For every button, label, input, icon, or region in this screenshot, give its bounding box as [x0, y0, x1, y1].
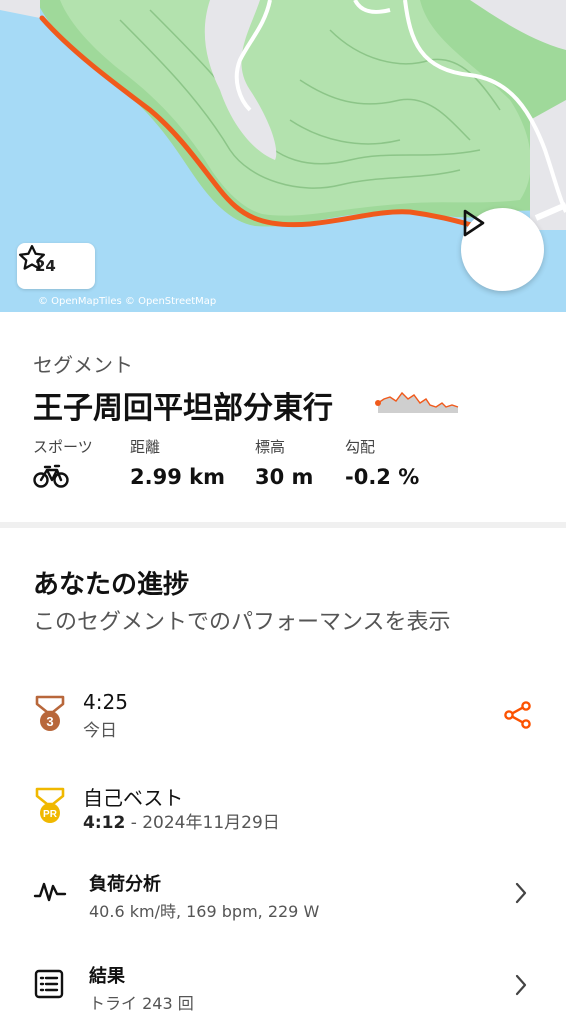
- stat-distance: 距離 2.99 km: [130, 436, 225, 489]
- analysis-detail: 40.6 km/時, 169 bpm, 229 W: [89, 902, 320, 921]
- share-icon[interactable]: [503, 700, 533, 730]
- analysis-wave-icon: [33, 882, 67, 902]
- results-detail: トライ 243 回: [89, 994, 194, 1013]
- stat-sport-label: スポーツ: [33, 438, 93, 456]
- analysis-row[interactable]: 負荷分析 40.6 km/時, 169 bpm, 229 W: [0, 866, 566, 926]
- stat-grade: 勾配 -0.2 %: [345, 436, 419, 489]
- progress-title: あなたの進捗: [33, 570, 190, 600]
- pr-medal-icon: PR: [35, 787, 65, 823]
- bronze-medal-icon: 3: [35, 695, 65, 731]
- results-list-icon: [34, 969, 64, 999]
- segment-title: 王子周回平坦部分東行: [33, 391, 333, 426]
- play-icon: [463, 209, 485, 237]
- stat-sport-value: [33, 463, 93, 494]
- personal-best-date: - 2024年11月29日: [125, 813, 280, 833]
- analysis-title: 負荷分析: [89, 874, 161, 895]
- stat-elevation: 標高 30 m: [255, 436, 313, 489]
- results-title: 結果: [89, 966, 125, 987]
- personal-best-title: 自己ベスト: [83, 786, 184, 810]
- recent-effort-time: 4:25: [83, 690, 128, 714]
- stat-grade-label: 勾配: [345, 438, 376, 456]
- personal-best-time: 4:12: [83, 813, 126, 833]
- recent-effort-row[interactable]: 3 4:25 今日: [0, 686, 566, 746]
- segment-map[interactable]: 24 © OpenMapTiles © OpenStreetMap: [0, 0, 566, 312]
- chevron-right-icon: [515, 974, 527, 996]
- segment-label: セグメント: [33, 353, 133, 377]
- stat-distance-label: 距離: [130, 438, 161, 456]
- map-attribution: © OpenMapTiles © OpenStreetMap: [38, 296, 217, 307]
- svg-text:3: 3: [46, 714, 53, 729]
- results-row[interactable]: 結果 トライ 243 回: [0, 958, 566, 1018]
- progress-subtitle: このセグメントでのパフォーマンスを表示: [33, 610, 451, 635]
- stat-distance-value: 2.99 km: [130, 465, 225, 489]
- segment-info: セグメント 王子周回平坦部分東行 スポーツ 距離 2.99 km 標高 30 m: [0, 312, 566, 522]
- section-divider: [0, 522, 566, 528]
- recent-effort-date: 今日: [83, 721, 117, 741]
- chevron-right-icon: [515, 882, 527, 904]
- stat-sport: スポーツ: [33, 436, 93, 494]
- stat-grade-value: -0.2 %: [345, 465, 420, 489]
- personal-best-row[interactable]: PR 自己ベスト 4:12 - 2024年11月29日: [0, 778, 566, 838]
- stat-elevation-value: 30 m: [255, 465, 314, 489]
- bike-icon: [33, 464, 69, 488]
- svg-text:PR: PR: [43, 809, 58, 820]
- segment-stats: スポーツ 距離 2.99 km 標高 30 m 勾配 -0.2 %: [33, 436, 553, 496]
- personal-best-detail: 4:12 - 2024年11月29日: [83, 808, 280, 833]
- stat-elevation-label: 標高: [255, 438, 286, 456]
- play-button[interactable]: [461, 208, 544, 291]
- star-icon: [19, 245, 45, 270]
- elevation-profile-icon: [375, 391, 459, 413]
- star-button[interactable]: 24: [17, 243, 95, 289]
